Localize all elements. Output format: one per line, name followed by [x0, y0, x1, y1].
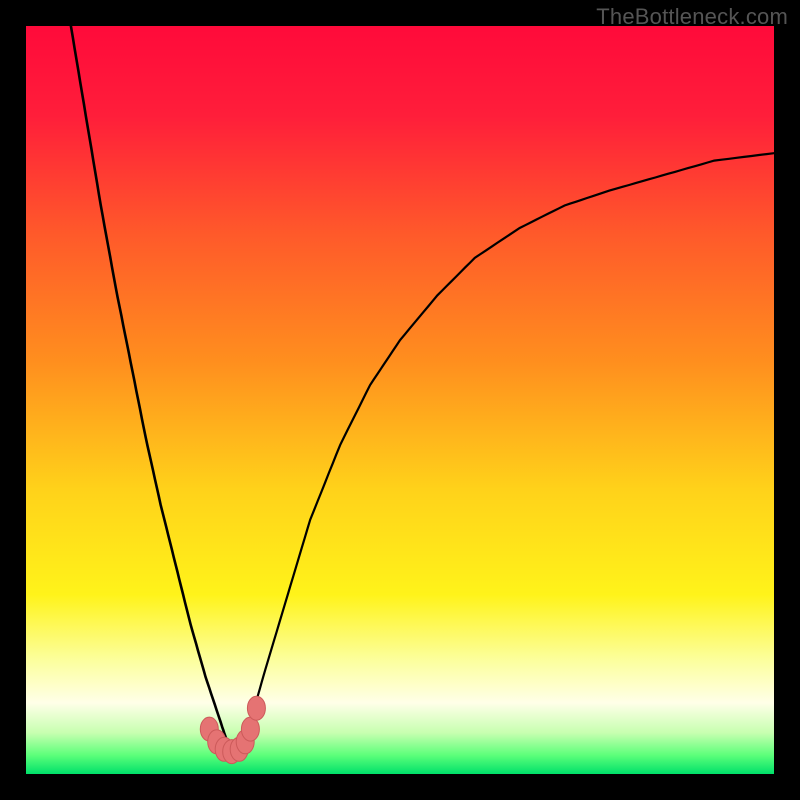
chart-svg	[26, 26, 774, 774]
marker-dot	[241, 717, 259, 741]
plot-area	[26, 26, 774, 774]
chart-frame: TheBottleneck.com	[0, 0, 800, 800]
marker-dot	[247, 696, 265, 720]
